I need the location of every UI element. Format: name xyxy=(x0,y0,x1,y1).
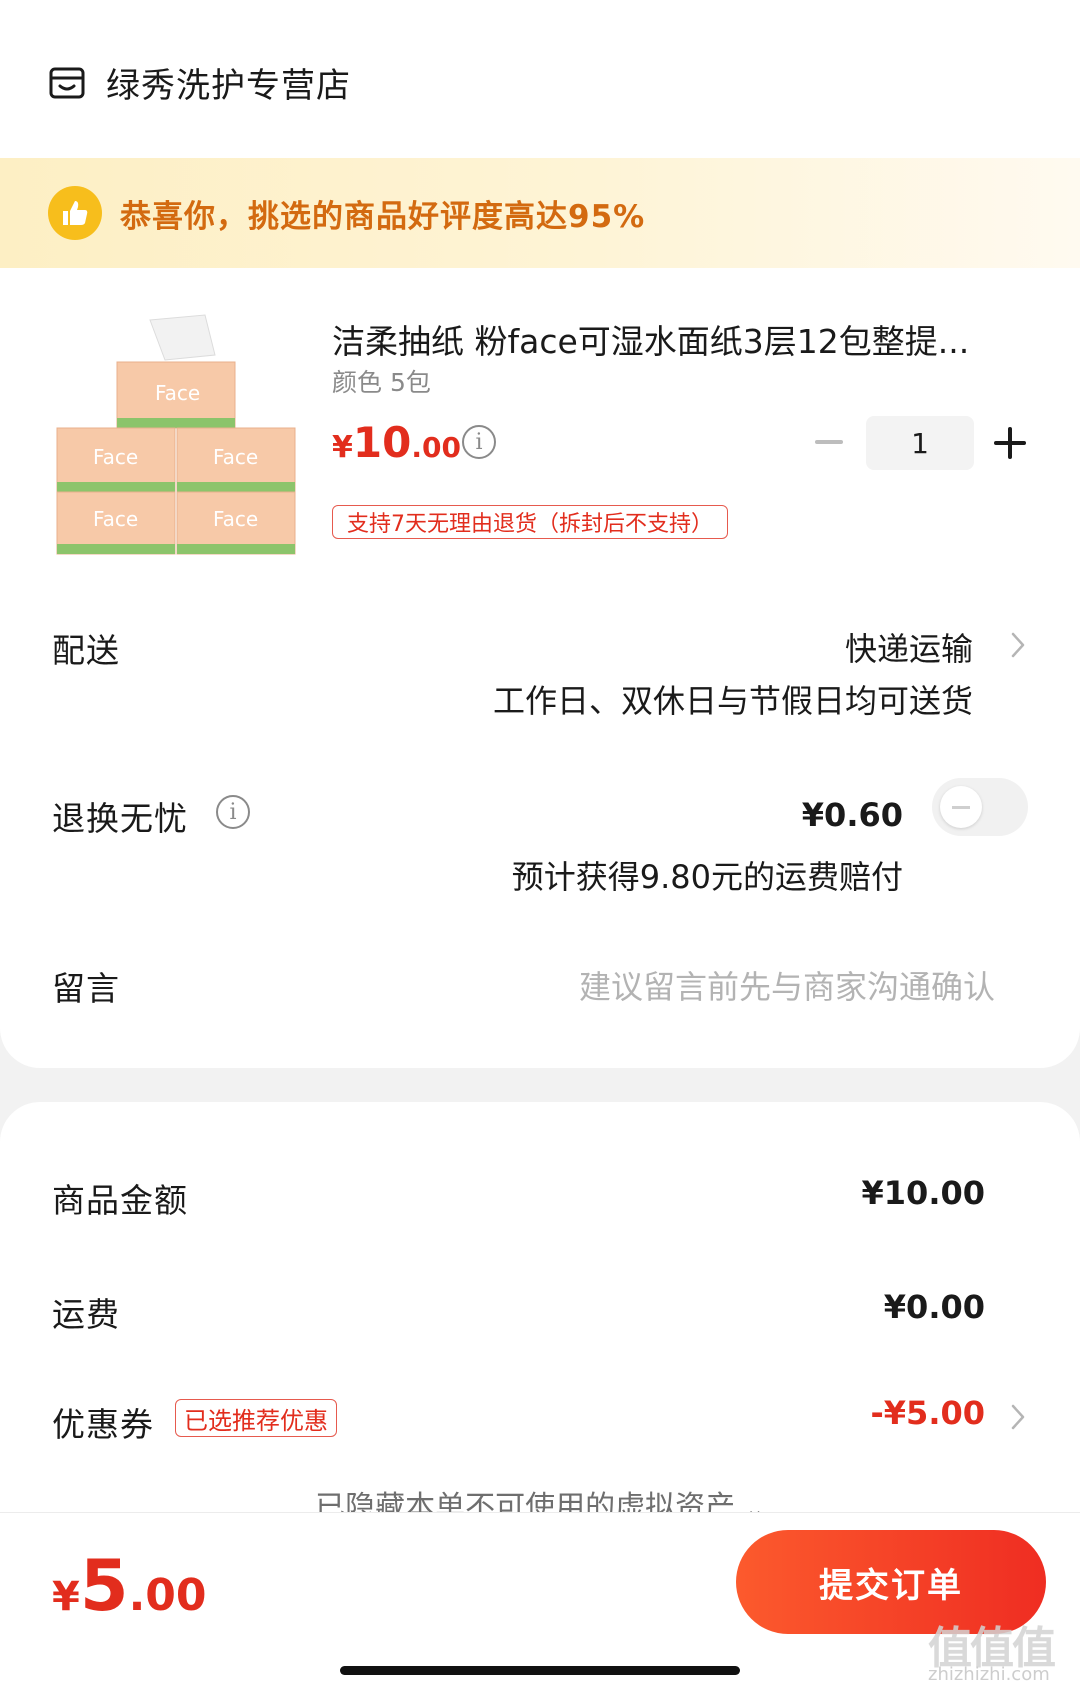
svg-text:Face: Face xyxy=(213,507,258,531)
quantity-increase-button[interactable] xyxy=(994,427,1026,459)
price-integer: 10 xyxy=(352,418,412,467)
coupon-selected-tag: 已选推荐优惠 xyxy=(175,1399,337,1437)
banner-text: 恭喜你，挑选的商品好评度高达95% xyxy=(120,198,646,235)
return-policy-tag: 支持7天无理由退货（拆封后不支持） xyxy=(332,505,728,539)
goods-amount-label: 商品金额 xyxy=(52,1181,188,1220)
shipping-value: ¥0.00 xyxy=(883,1288,985,1326)
order-total: ¥ 5 .00 xyxy=(52,1545,207,1627)
svg-text:Face: Face xyxy=(93,507,138,531)
total-currency: ¥ xyxy=(52,1574,80,1620)
return-insurance-info-icon[interactable]: i xyxy=(216,795,250,829)
store-name: 绿秀洗护专营店 xyxy=(106,66,351,106)
message-label: 留言 xyxy=(52,969,120,1008)
rating-banner: 恭喜你，挑选的商品好评度高达95% xyxy=(0,158,1080,268)
return-insurance-toggle[interactable] xyxy=(932,778,1028,836)
product-price: ¥ 10 .00 xyxy=(332,418,461,467)
svg-text:Face: Face xyxy=(93,445,138,469)
delivery-method[interactable]: 快递运输 xyxy=(845,624,973,670)
watermark-url: zhizhizhi.com xyxy=(928,1664,1050,1685)
goods-amount-value: ¥10.00 xyxy=(861,1174,985,1212)
quantity-decrease-button[interactable] xyxy=(814,427,844,457)
price-currency: ¥ xyxy=(332,430,353,465)
price-info-icon[interactable]: i xyxy=(462,425,496,459)
svg-text:Face: Face xyxy=(213,445,258,469)
store-header[interactable]: 绿秀洗护专营店 xyxy=(48,58,351,107)
home-indicator[interactable] xyxy=(340,1666,740,1675)
product-image[interactable]: Face Face Face Face Face xyxy=(55,310,297,560)
store-icon xyxy=(49,67,85,98)
shipping-label: 运费 xyxy=(52,1295,120,1334)
coupon-label: 优惠券 xyxy=(52,1405,154,1444)
order-card: 绿秀洗护专营店 恭喜你，挑选的商品好评度高达95% Face Face Face… xyxy=(0,0,1080,1068)
quantity-input[interactable]: 1 xyxy=(866,416,974,470)
delivery-note: 工作日、双休日与节假日均可送货 xyxy=(492,682,973,720)
return-insurance-note: 预计获得9.80元的运费赔付 xyxy=(511,858,903,896)
product-title[interactable]: 洁柔抽纸 粉face可湿水面纸3层12包整提... xyxy=(332,315,1032,363)
toggle-knob xyxy=(940,786,982,828)
return-insurance-price: ¥0.60 xyxy=(801,796,903,834)
price-decimal: .00 xyxy=(411,431,461,464)
delivery-label: 配送 xyxy=(52,631,120,670)
total-integer: 5 xyxy=(79,1545,129,1627)
product-spec[interactable]: 颜色 5包 xyxy=(332,363,431,399)
return-insurance-label: 退换无忧 xyxy=(52,799,188,838)
chevron-right-icon[interactable] xyxy=(1008,1402,1028,1432)
coupon-value[interactable]: -¥5.00 xyxy=(871,1394,986,1432)
thumbs-up-icon xyxy=(48,186,102,240)
total-decimal: .00 xyxy=(128,1570,207,1621)
chevron-right-icon[interactable] xyxy=(1008,630,1028,660)
svg-text:Face: Face xyxy=(155,381,200,405)
message-input[interactable]: 建议留言前先与商家沟通确认 xyxy=(579,962,995,1008)
